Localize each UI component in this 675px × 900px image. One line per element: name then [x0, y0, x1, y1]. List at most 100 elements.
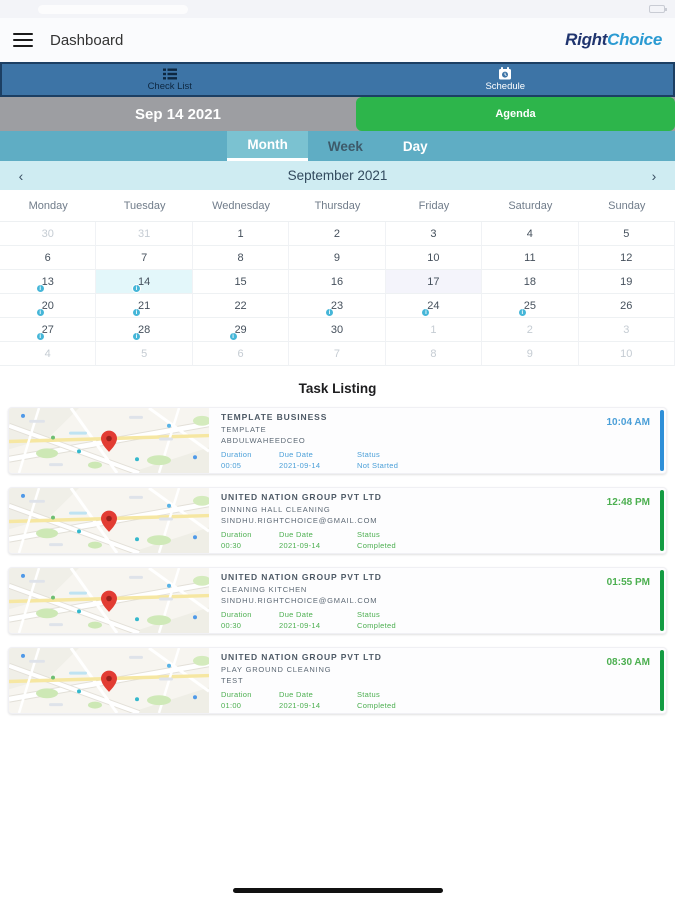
day-number: 30	[41, 227, 54, 240]
calendar-day-cell[interactable]: 10	[578, 342, 675, 366]
day-number: 4	[44, 347, 51, 360]
calendar-day-cell[interactable]: 8	[192, 246, 290, 270]
task-time: 10:04 AM	[606, 417, 650, 428]
page-title: Dashboard	[50, 31, 124, 49]
calendar-day-cell[interactable]: 22	[192, 294, 290, 318]
task-card[interactable]: UNITED NATION GROUP PVT LTD PLAY GROUND …	[8, 647, 667, 714]
main-tab-bar: Check List Schedule	[0, 62, 675, 97]
tab-check-list[interactable]: Check List	[2, 64, 338, 95]
prev-month-icon[interactable]: ‹	[14, 168, 28, 184]
duration-label: Duration	[221, 690, 252, 699]
status-bar	[0, 0, 675, 18]
menu-icon[interactable]	[13, 32, 33, 48]
task-time: 08:30 AM	[606, 657, 650, 668]
map-thumbnail	[9, 568, 209, 633]
calendar-day-cell[interactable]: 8	[385, 342, 483, 366]
selected-date[interactable]: Sep 14 2021	[0, 97, 356, 131]
due-date-value: 2021-09-14	[279, 701, 321, 710]
calendar-day-cell[interactable]: 5	[96, 342, 193, 366]
calendar-day-cell[interactable]: 7	[289, 342, 386, 366]
day-number: 2	[333, 227, 341, 240]
calendar-day-cell[interactable]: 18	[482, 270, 579, 294]
duration-label: Duration	[221, 450, 252, 459]
calendar-day-cell[interactable]: 4	[0, 342, 97, 366]
duration-value: 00:05	[221, 461, 242, 470]
calendar-day-cell[interactable]: 13 i	[0, 270, 97, 294]
calendar-day-cell[interactable]: 21 i	[96, 294, 193, 318]
task-time: 12:48 PM	[606, 497, 650, 508]
duration-value: 01:00	[221, 701, 242, 710]
day-number: 6	[44, 251, 51, 264]
calendar-day-cell[interactable]: 27 i	[0, 318, 97, 342]
calendar-day-cell[interactable]: 28 i	[96, 318, 193, 342]
calendar-day-cell[interactable]: 30	[289, 318, 386, 342]
weekday-label: Saturday	[508, 199, 553, 212]
agenda-button[interactable]: Agenda	[356, 97, 675, 131]
calendar-day-cell[interactable]: 31	[96, 222, 193, 246]
status-value: Completed	[357, 541, 396, 550]
tab-check-list-label: Check List	[147, 80, 192, 92]
calendar-day-cell[interactable]: 1	[192, 222, 290, 246]
tab-day[interactable]: Day	[383, 131, 448, 161]
calendar-day-cell[interactable]: 12	[578, 246, 675, 270]
status-value: Completed	[357, 621, 396, 630]
calendar-day-cell[interactable]: 6	[0, 246, 97, 270]
map-image	[9, 568, 209, 633]
task-card[interactable]: UNITED NATION GROUP PVT LTD DINNING HALL…	[8, 487, 667, 554]
schedule-calendar-icon	[499, 67, 512, 80]
calendar-day-cell[interactable]: 7	[96, 246, 193, 270]
tab-week[interactable]: Week	[308, 131, 383, 161]
calendar-day-cell[interactable]: 3	[578, 318, 675, 342]
calendar-day-cell[interactable]: 16	[289, 270, 386, 294]
weekday-header-row: Monday Tuesday Wednesday Thursday Friday…	[0, 190, 675, 222]
weekday-label: Monday	[28, 199, 68, 212]
calendar-day-cell[interactable]: 24 i	[385, 294, 483, 318]
task-count-badge-icon: i	[35, 284, 45, 293]
calendar-day-cell[interactable]: 20 i	[0, 294, 97, 318]
calendar-day-cell[interactable]: 14 i	[96, 270, 193, 294]
task-count-badge-icon: i	[228, 332, 238, 341]
task-name: DINNING HALL CLEANING	[221, 504, 331, 514]
task-body: UNITED NATION GROUP PVT LTD CLEANING KIT…	[209, 568, 666, 633]
calendar-day-cell[interactable]: 9	[482, 342, 579, 366]
calendar-day-cell[interactable]: 17	[385, 270, 483, 294]
calendar-day-cell[interactable]: 30	[0, 222, 97, 246]
next-month-icon[interactable]: ›	[647, 168, 661, 184]
day-number: 22	[234, 299, 247, 312]
calendar-day-cell[interactable]: 23 i	[289, 294, 386, 318]
calendar-day-cell[interactable]: 2	[289, 222, 386, 246]
calendar-grid: 30 31 1 2 3 4 5 6 7 8 9 10 11 12 13 i 14…	[0, 222, 675, 366]
due-date-value: 2021-09-14	[279, 461, 321, 470]
status-accent-bar	[660, 570, 664, 631]
app-logo: RightChoice	[565, 30, 662, 49]
task-listing-title: Task Listing	[298, 381, 377, 396]
tab-month[interactable]: Month	[227, 131, 308, 161]
task-card[interactable]: TEMPLATE BUSINESS TEMPLATE ABDULWAHEEDCE…	[8, 407, 667, 474]
calendar-day-cell[interactable]: 3	[385, 222, 483, 246]
tab-schedule[interactable]: Schedule	[338, 64, 674, 95]
calendar-day-cell[interactable]: 9	[289, 246, 386, 270]
calendar-day-cell[interactable]: 26	[578, 294, 675, 318]
calendar-day-cell[interactable]: 29 i	[192, 318, 290, 342]
calendar-day-cell[interactable]: 15	[192, 270, 290, 294]
due-date-label: Due Date	[279, 690, 314, 699]
calendar-day-cell[interactable]: 4	[482, 222, 579, 246]
duration-label: Duration	[221, 610, 252, 619]
calendar-day-cell[interactable]: 19	[578, 270, 675, 294]
calendar-day-cell[interactable]: 5	[578, 222, 675, 246]
day-number: 11	[524, 251, 536, 264]
calendar-day-cell[interactable]: 2	[482, 318, 579, 342]
task-card[interactable]: UNITED NATION GROUP PVT LTD CLEANING KIT…	[8, 567, 667, 634]
app-header: Dashboard RightChoice	[0, 18, 675, 62]
due-date-label: Due Date	[279, 450, 314, 459]
calendar-day-cell[interactable]: 1	[385, 318, 483, 342]
task-company: UNITED NATION GROUP PVT LTD	[221, 652, 382, 662]
calendar-day-cell[interactable]: 25 i	[482, 294, 579, 318]
calendar-day-cell[interactable]: 10	[385, 246, 483, 270]
calendar-day-cell[interactable]: 6	[192, 342, 290, 366]
weekday-label: Wednesday	[212, 199, 270, 212]
home-indicator[interactable]	[232, 888, 443, 893]
calendar-day-cell[interactable]: 11	[482, 246, 579, 270]
task-assignee: TEST	[221, 676, 244, 685]
task-body: TEMPLATE BUSINESS TEMPLATE ABDULWAHEEDCE…	[209, 408, 666, 473]
